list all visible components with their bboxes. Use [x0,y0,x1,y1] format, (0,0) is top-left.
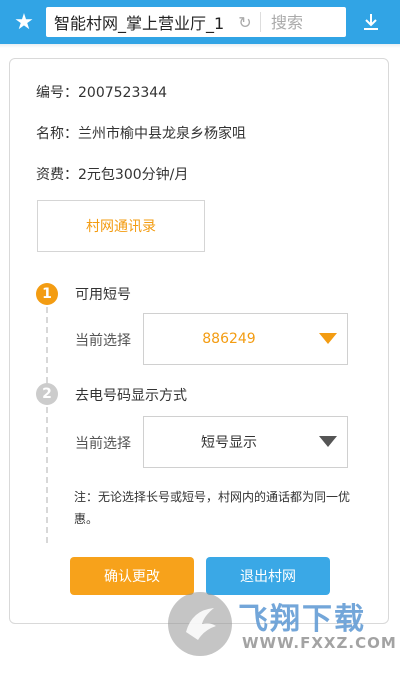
step-connector [46,407,48,543]
short-number-select[interactable]: 886249 [143,313,348,365]
download-icon[interactable] [352,7,390,37]
chevron-down-icon [319,436,337,447]
reload-icon[interactable]: ↻ [234,13,256,32]
watermark-url: WWW.FXXZ.COM [242,634,397,652]
account-number: 编号：2007523344 [36,85,168,101]
step-2-title: 去电号码显示方式 [75,388,187,404]
account-fee: 资费：2元包300分钟/月 [36,167,189,183]
search-input[interactable] [269,11,343,33]
notice-text: 注：无论选择长号或短号，村网内的通话都为同一优惠。 [74,490,351,526]
step-1-badge: 1 [36,283,58,305]
caller-display-select[interactable]: 短号显示 [143,416,348,468]
step-1-select-label: 当前选择 [75,333,131,349]
account-name: 名称：兰州市榆中县龙泉乡杨家咀 [36,126,246,142]
chevron-down-icon [319,333,337,344]
step-1-title: 可用短号 [75,287,131,303]
short-number-value: 886249 [202,331,256,347]
address-bar[interactable]: 智能村网_掌上营业厅_1 ↻ [46,7,346,37]
directory-button[interactable]: 村网通讯录 [37,200,205,252]
watermark: 飞翔下载 WWW.FXXZ.COM [166,590,397,660]
caller-display-value: 短号显示 [201,435,257,451]
step-connector [46,307,48,383]
page-title[interactable]: 智能村网_掌上营业厅_1 [54,10,232,34]
step-2-select-label: 当前选择 [75,436,131,452]
step-2-badge: 2 [36,383,58,405]
watermark-logo-icon [168,592,232,656]
star-icon[interactable]: ★ [8,8,40,36]
address-divider [260,12,261,32]
watermark-title: 飞翔下载 [238,602,366,637]
toolbar-shadow [0,44,400,48]
browser-toolbar: ★ 智能村网_掌上营业厅_1 ↻ [0,0,400,44]
